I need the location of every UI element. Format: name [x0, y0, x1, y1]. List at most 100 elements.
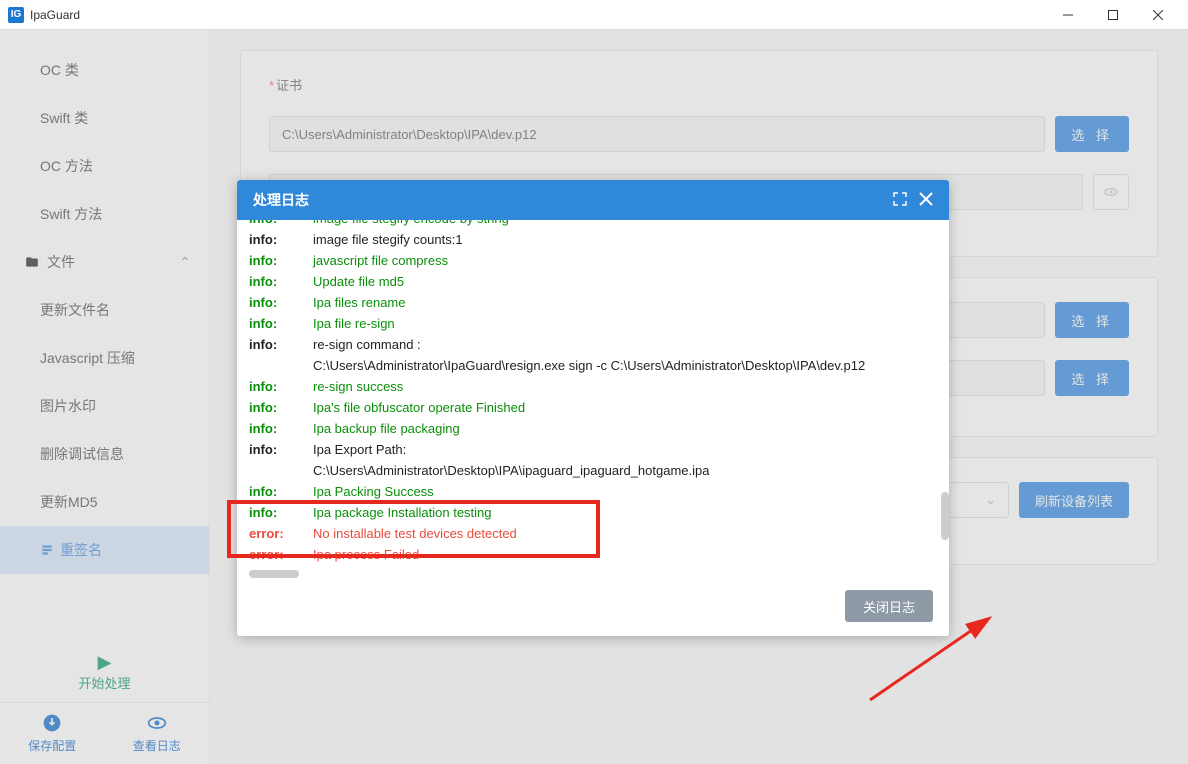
close-log-button[interactable]: 关闭日志	[845, 590, 933, 622]
log-row: info:Update file md5	[249, 271, 937, 292]
log-message: Ipa backup file packaging	[313, 418, 937, 439]
log-level: info:	[249, 220, 313, 229]
horizontal-scrollbar[interactable]	[249, 570, 299, 578]
log-message: Ipa Packing Success	[313, 481, 937, 502]
log-row: info:Ipa file re-sign	[249, 313, 937, 334]
sidebar-item-resign[interactable]: 重签名	[0, 526, 209, 574]
sidebar-section-file[interactable]: 文件 ⌃	[0, 238, 209, 286]
log-level: info:	[249, 397, 313, 418]
log-message: Ipa Export Path:	[313, 439, 937, 460]
cert-input-row: 选 择	[269, 116, 1129, 152]
sidebar-item-js-compress[interactable]: Javascript 压缩	[0, 334, 209, 382]
start-label: 开始处理	[0, 673, 209, 692]
title-bar: IG IpaGuard	[0, 0, 1188, 30]
log-level: info:	[249, 271, 313, 292]
dialog-title: 处理日志	[253, 190, 309, 210]
log-row: info:image file stegify counts:1	[249, 229, 937, 250]
cert-row: *证书	[269, 75, 1129, 94]
log-message: Ipa process Failed	[313, 544, 937, 565]
folder-icon	[25, 255, 39, 269]
log-message: image file stegify encode by string	[313, 220, 937, 229]
sidebar-item-label: 更新MD5	[40, 492, 98, 512]
log-level: info:	[249, 334, 313, 355]
sidebar-item-debug-remove[interactable]: 删除调试信息	[0, 430, 209, 478]
close-button[interactable]	[1135, 0, 1180, 30]
resign-icon	[40, 543, 54, 557]
cert-label: *证书	[269, 75, 339, 94]
sidebar-item-label: OC 方法	[40, 156, 93, 176]
sidebar-bottom: 保存配置 查看日志	[0, 702, 209, 764]
log-row: error:Ipa process Failed	[249, 544, 937, 565]
log-message: No installable test devices detected	[313, 523, 937, 544]
sidebar-item-oc-class[interactable]: OC 类	[0, 46, 209, 94]
log-row: info:Ipa package Installation testing	[249, 502, 937, 523]
log-level: error:	[249, 523, 313, 544]
dialog-close-icon[interactable]	[919, 192, 933, 209]
log-message: image file stegify counts:1	[313, 229, 937, 250]
log-message: re-sign command :	[313, 334, 937, 355]
vertical-scrollbar[interactable]	[941, 492, 949, 540]
sidebar-item-label: 更新文件名	[40, 300, 110, 320]
log-level: error:	[249, 544, 313, 565]
save-config-button[interactable]: 保存配置	[0, 703, 105, 764]
minimize-button[interactable]	[1045, 0, 1090, 30]
log-row: info:re-sign command :	[249, 334, 937, 355]
sidebar-item-label: Swift 类	[40, 108, 88, 128]
profile-select-button-1[interactable]: 选 择	[1055, 302, 1129, 338]
log-level: info:	[249, 292, 313, 313]
log-area[interactable]: info:image file stegify encode by string…	[249, 220, 937, 570]
view-log-button[interactable]: 查看日志	[105, 703, 210, 764]
log-row: C:\Users\Administrator\Desktop\IPA\ipagu…	[249, 460, 937, 481]
chevron-up-icon: ⌃	[179, 254, 191, 271]
log-level	[249, 355, 313, 376]
fullscreen-icon[interactable]	[893, 192, 907, 209]
log-row: info:image file stegify encode by string	[249, 220, 937, 229]
refresh-device-button[interactable]: 刷新设备列表	[1019, 482, 1129, 518]
log-message: Update file md5	[313, 271, 937, 292]
cert-input[interactable]	[269, 116, 1045, 152]
log-row: info:javascript file compress	[249, 250, 937, 271]
maximize-button[interactable]	[1090, 0, 1135, 30]
cert-select-button[interactable]: 选 择	[1055, 116, 1129, 152]
app-logo: IG	[8, 7, 24, 23]
log-row: info:re-sign success	[249, 376, 937, 397]
log-level: info:	[249, 502, 313, 523]
sidebar-item-swift-method[interactable]: Swift 方法	[0, 190, 209, 238]
log-level: info:	[249, 481, 313, 502]
log-row: info:Ipa's file obfuscator operate Finis…	[249, 397, 937, 418]
log-level: info:	[249, 229, 313, 250]
play-icon: ▶	[0, 652, 209, 673]
view-log-label: 查看日志	[133, 739, 181, 753]
start-process-button[interactable]: ▶ 开始处理	[0, 642, 209, 702]
sidebar-item-label: 重签名	[60, 540, 102, 560]
window-title: IpaGuard	[30, 8, 1045, 22]
log-row: C:\Users\Administrator\IpaGuard\resign.e…	[249, 355, 937, 376]
sidebar: OC 类 Swift 类 OC 方法 Swift 方法 文件 ⌃ 更新文件名 J…	[0, 30, 210, 764]
toggle-password-button[interactable]	[1093, 174, 1129, 210]
dialog-footer: 关闭日志	[237, 580, 949, 636]
save-config-label: 保存配置	[28, 739, 76, 753]
sidebar-item-watermark[interactable]: 图片水印	[0, 382, 209, 430]
sidebar-item-rename[interactable]: 更新文件名	[0, 286, 209, 334]
log-message: Ipa file re-sign	[313, 313, 937, 334]
log-level: info:	[249, 418, 313, 439]
log-level	[249, 460, 313, 481]
sidebar-item-oc-method[interactable]: OC 方法	[0, 142, 209, 190]
log-message: C:\Users\Administrator\Desktop\IPA\ipagu…	[313, 460, 937, 481]
sidebar-item-swift-class[interactable]: Swift 类	[0, 94, 209, 142]
log-level: info:	[249, 313, 313, 334]
log-row: info:Ipa backup file packaging	[249, 418, 937, 439]
log-dialog: 处理日志 info:image file stegify encode by s…	[237, 180, 949, 636]
profile-select-button-2[interactable]: 选 择	[1055, 360, 1129, 396]
log-message: javascript file compress	[313, 250, 937, 271]
sidebar-item-md5[interactable]: 更新MD5	[0, 478, 209, 526]
log-row: info:Ipa Export Path:	[249, 439, 937, 460]
log-message: re-sign success	[313, 376, 937, 397]
sidebar-item-label: Swift 方法	[40, 204, 102, 224]
dialog-body: info:image file stegify encode by string…	[237, 220, 949, 580]
eye-icon	[147, 713, 167, 733]
sidebar-nav: OC 类 Swift 类 OC 方法 Swift 方法 文件 ⌃ 更新文件名 J…	[0, 30, 209, 642]
dialog-header[interactable]: 处理日志	[237, 180, 949, 220]
log-message: Ipa files rename	[313, 292, 937, 313]
chevron-down-icon: ⌄	[985, 492, 996, 508]
